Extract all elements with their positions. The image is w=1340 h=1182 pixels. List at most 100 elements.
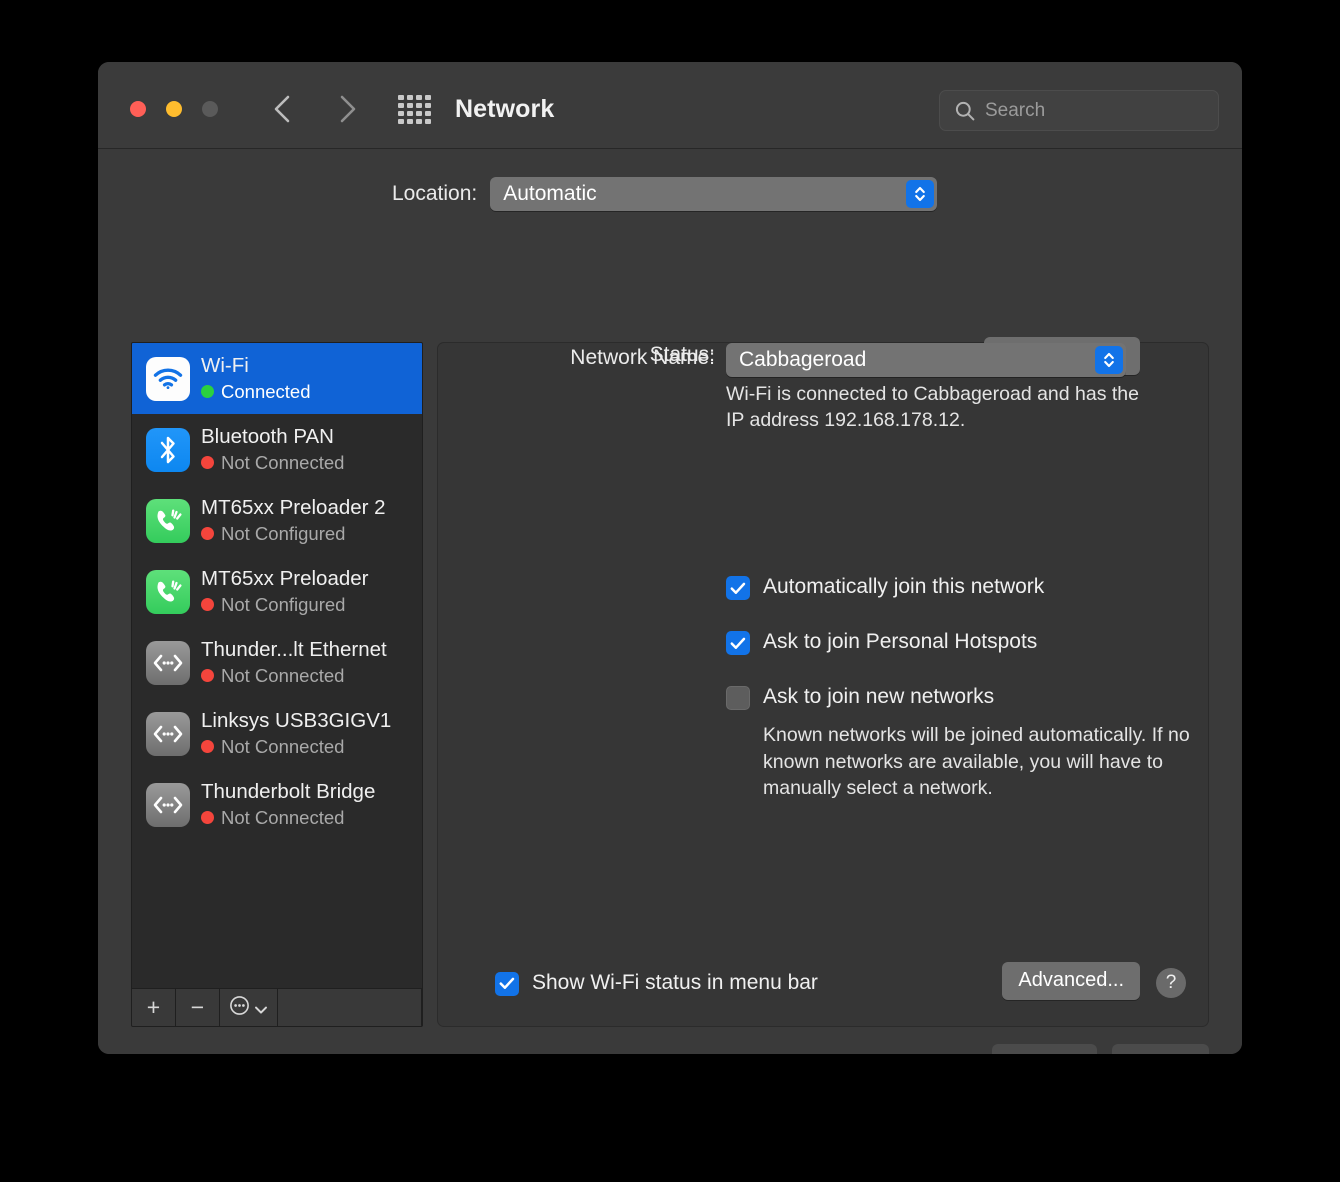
- advanced-button[interactable]: Advanced...: [1002, 962, 1140, 1000]
- auto-join-checkbox-row[interactable]: Automatically join this network: [726, 574, 1044, 600]
- bluetooth-icon: [146, 428, 190, 472]
- status-dot-red: [201, 527, 214, 540]
- show-wifi-status-label: Show Wi-Fi status in menu bar: [532, 970, 818, 996]
- zoom-button[interactable]: [202, 101, 218, 117]
- service-status-label: Connected: [221, 380, 310, 403]
- location-label: Location:: [392, 182, 477, 206]
- ask-join-hotspots-checkbox-row[interactable]: Ask to join Personal Hotspots: [726, 629, 1037, 655]
- revert-button[interactable]: Revert: [992, 1044, 1098, 1054]
- service-name: Bluetooth PAN: [201, 425, 344, 449]
- grid-apps-icon[interactable]: [398, 95, 432, 123]
- status-dot-green: [201, 385, 214, 398]
- service-status-label: Not Connected: [221, 735, 344, 758]
- location-popup-button[interactable]: Automatic: [490, 177, 937, 211]
- wifi-icon: [146, 357, 190, 401]
- location-value: Automatic: [490, 182, 596, 206]
- new-networks-description: Known networks will be joined automatica…: [763, 722, 1198, 802]
- network-name-label: Network Name:: [438, 346, 715, 370]
- ask-join-new-networks-checkbox-row[interactable]: Ask to join new networks: [726, 684, 994, 710]
- sidebar-item-thunderbolt-bridge[interactable]: Thunderbolt Bridge Not Connected: [132, 769, 422, 840]
- ethernet-icon: [146, 783, 190, 827]
- status-dot-red: [201, 456, 214, 469]
- service-name: MT65xx Preloader: [201, 567, 368, 591]
- service-status: Not Connected: [201, 664, 387, 687]
- phone-modem-icon: [146, 499, 190, 543]
- sidebar-item-linksys-usb3gigv1[interactable]: Linksys USB3GIGV1 Not Connected: [132, 698, 422, 769]
- service-status: Not Connected: [201, 806, 375, 829]
- window-toolbar: Network: [98, 62, 1242, 149]
- apply-button[interactable]: Apply: [1112, 1044, 1209, 1054]
- minimize-button[interactable]: [166, 101, 182, 117]
- network-name-value: Cabbageroad: [726, 348, 866, 372]
- service-name: Thunder...lt Ethernet: [201, 638, 387, 662]
- footer-buttons: Revert Apply: [992, 1044, 1209, 1054]
- service-text: Wi-Fi Connected: [201, 354, 310, 402]
- service-status: Connected: [201, 380, 310, 403]
- sidebar-footer-toolbar: + −: [132, 988, 422, 1026]
- network-preferences-window: Network Location: Automatic: [98, 62, 1242, 1054]
- chevron-updown-icon: [906, 180, 934, 208]
- ask-join-hotspots-label: Ask to join Personal Hotspots: [763, 629, 1037, 655]
- search-icon: [954, 100, 976, 122]
- page-title: Network: [455, 95, 554, 124]
- chevron-down-icon: [254, 996, 268, 1019]
- help-button[interactable]: ?: [1156, 968, 1186, 998]
- service-status-label: Not Configured: [221, 522, 345, 545]
- window-content: Location: Automatic: [98, 149, 1242, 1054]
- service-status: Not Connected: [201, 451, 344, 474]
- service-action-menu-button[interactable]: [220, 989, 278, 1026]
- sidebar-item-bluetooth-pan[interactable]: Bluetooth PAN Not Connected: [132, 414, 422, 485]
- service-status-label: Not Connected: [221, 451, 344, 474]
- service-list: Wi-Fi Connected Blue: [132, 343, 422, 840]
- service-name: Wi-Fi: [201, 354, 310, 378]
- status-dot-red: [201, 669, 214, 682]
- service-status-label: Not Configured: [221, 593, 345, 616]
- sidebar-footer-filler: [278, 989, 422, 1026]
- ethernet-icon: [146, 641, 190, 685]
- service-text: Bluetooth PAN Not Connected: [201, 425, 344, 473]
- checkbox-checked-icon[interactable]: [495, 972, 519, 996]
- sidebar-item-mt65xx-preloader[interactable]: MT65xx Preloader Not Configured: [132, 556, 422, 627]
- service-text: Linksys USB3GIGV1 Not Connected: [201, 709, 391, 757]
- network-services-sidebar: Wi-Fi Connected Blue: [131, 342, 423, 1027]
- service-status-label: Not Connected: [221, 806, 344, 829]
- service-status-label: Not Connected: [221, 664, 344, 687]
- wifi-detail-panel: Status: Connected Turn Wi-Fi Off Wi-Fi i…: [437, 342, 1209, 1027]
- service-status: Not Configured: [201, 522, 386, 545]
- status-dot-red: [201, 811, 214, 824]
- service-status: Not Configured: [201, 593, 368, 616]
- ellipsis-circle-icon: [229, 995, 250, 1020]
- sidebar-item-thunderbolt-ethernet[interactable]: Thunder...lt Ethernet Not Connected: [132, 627, 422, 698]
- search-input[interactable]: [985, 100, 1230, 122]
- show-wifi-status-checkbox-row[interactable]: Show Wi-Fi status in menu bar: [495, 970, 818, 996]
- location-row: Location: Automatic: [98, 177, 1242, 211]
- chevron-left-icon[interactable]: [265, 92, 299, 126]
- service-name: Thunderbolt Bridge: [201, 780, 375, 804]
- search-field[interactable]: [939, 90, 1219, 131]
- checkbox-checked-icon[interactable]: [726, 631, 750, 655]
- close-button[interactable]: [130, 101, 146, 117]
- status-dot-red: [201, 740, 214, 753]
- phone-modem-icon: [146, 570, 190, 614]
- remove-service-button[interactable]: −: [176, 989, 220, 1026]
- auto-join-label: Automatically join this network: [763, 574, 1044, 600]
- chevron-updown-icon: [1095, 346, 1123, 374]
- service-text: MT65xx Preloader 2 Not Configured: [201, 496, 386, 544]
- service-text: Thunderbolt Bridge Not Connected: [201, 780, 375, 828]
- chevron-right-icon[interactable]: [330, 92, 364, 126]
- service-status: Not Connected: [201, 735, 391, 758]
- service-name: MT65xx Preloader 2: [201, 496, 386, 520]
- service-text: Thunder...lt Ethernet Not Connected: [201, 638, 387, 686]
- sidebar-item-mt65xx-preloader-2[interactable]: MT65xx Preloader 2 Not Configured: [132, 485, 422, 556]
- checkbox-checked-icon[interactable]: [726, 576, 750, 600]
- ask-join-new-networks-label: Ask to join new networks: [763, 684, 994, 710]
- status-description: Wi-Fi is connected to Cabbageroad and ha…: [726, 381, 1146, 434]
- ethernet-icon: [146, 712, 190, 756]
- network-name-popup-button[interactable]: Cabbageroad: [726, 343, 1126, 377]
- status-dot-red: [201, 598, 214, 611]
- service-text: MT65xx Preloader Not Configured: [201, 567, 368, 615]
- service-name: Linksys USB3GIGV1: [201, 709, 391, 733]
- checkbox-unchecked-icon[interactable]: [726, 686, 750, 710]
- sidebar-item-wi-fi[interactable]: Wi-Fi Connected: [132, 343, 422, 414]
- add-service-button[interactable]: +: [132, 989, 176, 1026]
